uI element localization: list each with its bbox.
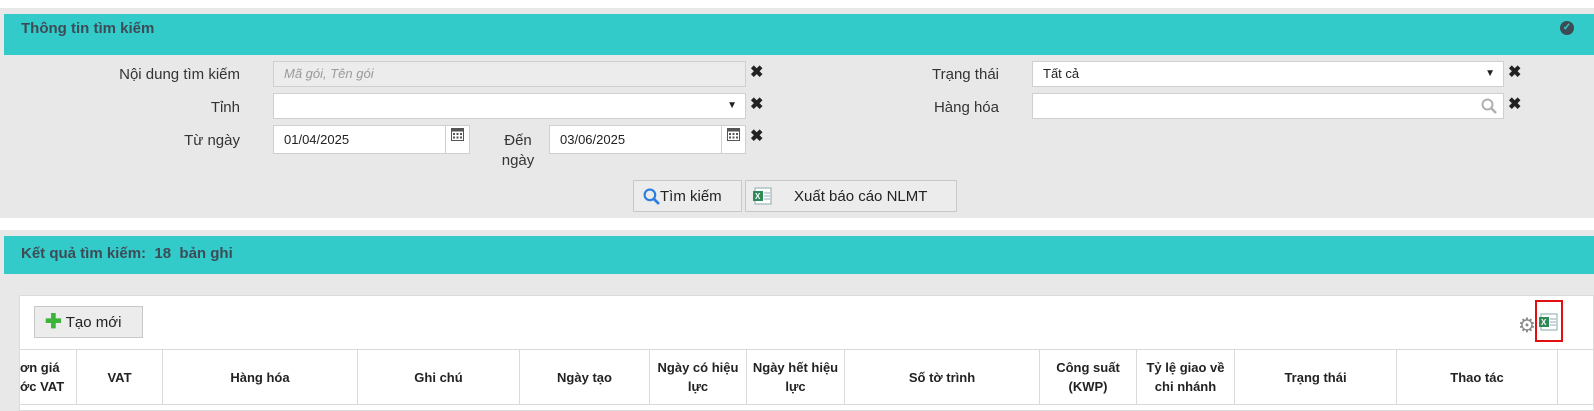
export-report-button-label: Xuất báo cáo NLMT	[794, 187, 928, 205]
table-column-header[interactable]: Ghi chú	[358, 350, 520, 404]
gear-icon[interactable]: ⚙	[1518, 316, 1536, 336]
status-label: Trạng thái	[932, 66, 999, 83]
table-column-header[interactable]: Tỷ lệ giao về chi nhánh	[1137, 350, 1235, 404]
clear-goods-icon[interactable]: ✖	[1508, 97, 1521, 113]
search-button[interactable]: Tìm kiếm	[633, 180, 742, 212]
results-count: 18	[154, 245, 172, 262]
excel-export-icon: X	[753, 187, 772, 205]
goods-input[interactable]	[1032, 93, 1504, 119]
table-column-header[interactable]: Số tờ trình	[845, 350, 1040, 404]
from-date-input[interactable]: 01/04/2025	[273, 125, 470, 154]
calendar-icon[interactable]	[727, 127, 740, 141]
clear-province-icon[interactable]: ✖	[750, 97, 763, 113]
goods-label: Hàng hóa	[933, 99, 999, 116]
clear-date-icon[interactable]: ✖	[750, 129, 763, 145]
collapse-icon[interactable]: ✓	[1560, 21, 1574, 35]
calendar-icon-divider	[721, 126, 722, 153]
create-new-button-label: Tạo mới	[65, 313, 122, 331]
to-date-input[interactable]: 03/06/2025	[549, 125, 746, 154]
from-date-label: Từ ngày	[184, 132, 240, 149]
search-content-label: Nội dung tìm kiếm	[119, 66, 240, 83]
province-select[interactable]: ▼	[273, 93, 746, 119]
table-column-header[interactable]: ơn giá ớc VAT	[20, 350, 77, 404]
table-column-header[interactable]: Hàng hóa	[163, 350, 358, 404]
svg-text:X: X	[755, 192, 761, 201]
table-column-header[interactable]: Ngày có hiệu lực	[650, 350, 747, 404]
to-date-value: 03/06/2025	[560, 132, 626, 147]
search-panel-title: Thông tin tìm kiếm	[21, 20, 155, 37]
clear-status-icon[interactable]: ✖	[1508, 65, 1521, 81]
calendar-icon-divider	[445, 126, 446, 153]
svg-text:X: X	[1541, 318, 1547, 327]
excel-export-icon[interactable]: X	[1539, 313, 1559, 331]
results-title: Kết quả tìm kiếm: 18 bản ghi	[21, 245, 233, 262]
search-button-label: Tìm kiếm	[660, 187, 722, 205]
search-content-input[interactable]: Mã gói, Tên gói	[273, 61, 746, 87]
chevron-down-icon: ▼	[1485, 68, 1495, 79]
table-column-header[interactable]: VAT	[77, 350, 163, 404]
from-date-value: 01/04/2025	[284, 132, 350, 147]
create-new-button[interactable]: ✚ Tạo mới	[34, 306, 143, 338]
search-icon	[643, 188, 660, 205]
calendar-icon[interactable]	[451, 127, 464, 141]
table-header-bottom-border	[20, 404, 1594, 405]
table-column-header[interactable]: Thao tác	[1397, 350, 1558, 404]
results-panel-header: Kết quả tìm kiếm: 18 bản ghi	[4, 236, 1594, 274]
status-select[interactable]: Tất cả ▼	[1032, 61, 1504, 87]
table-column-header[interactable]: Ngày hết hiệu lực	[747, 350, 845, 404]
clear-content-icon[interactable]: ✖	[750, 65, 763, 81]
results-title-label: Kết quả tìm kiếm:	[21, 245, 147, 262]
search-panel-header: Thông tin tìm kiếm ✓	[4, 14, 1594, 55]
plus-icon: ✚	[45, 311, 62, 333]
province-label: Tỉnh	[210, 99, 240, 116]
table-column-header[interactable]: Ngày tạo	[520, 350, 650, 404]
search-icon[interactable]	[1481, 98, 1497, 114]
status-value: Tất cả	[1043, 66, 1080, 81]
table-column-header[interactable]: Công suất (KWP)	[1040, 350, 1137, 404]
to-date-label: Đến ngày	[501, 132, 535, 169]
results-count-unit: bản ghi	[179, 245, 233, 262]
table-column-header[interactable]: Trạng thái	[1235, 350, 1397, 404]
export-report-button[interactable]: X Xuất báo cáo NLMT	[745, 180, 957, 212]
chevron-down-icon: ▼	[727, 100, 737, 111]
